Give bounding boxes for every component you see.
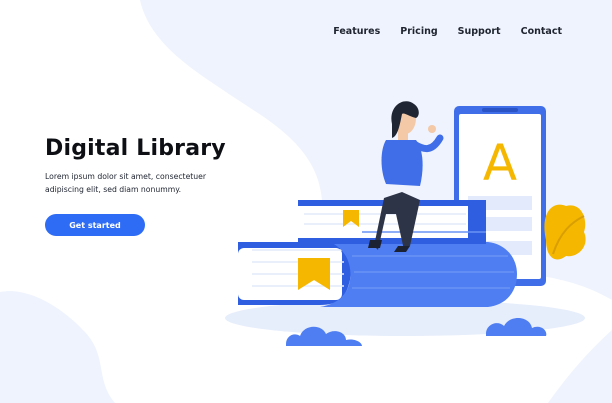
bottom-book [238, 242, 517, 307]
plant-leaves [544, 204, 586, 260]
digital-library-illustration: A [225, 101, 586, 346]
tablet-letter: A [483, 134, 517, 192]
landing-page: Features Pricing Support Contact Digital… [0, 0, 612, 403]
